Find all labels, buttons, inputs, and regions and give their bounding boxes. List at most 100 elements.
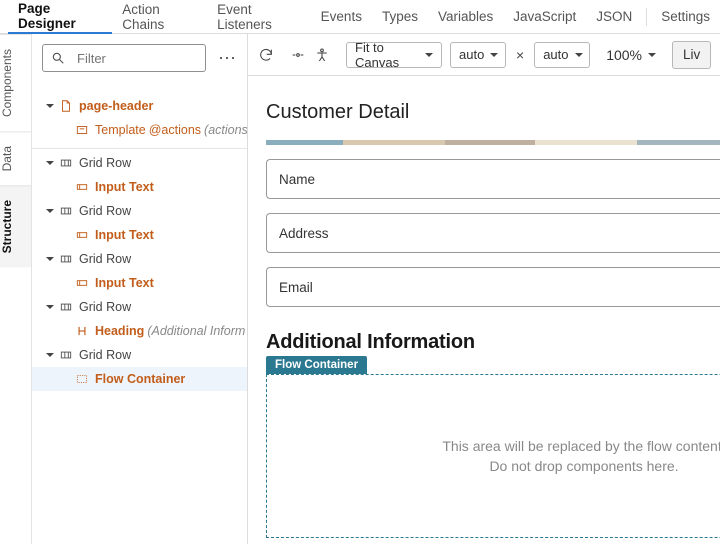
tree-label: Input Text xyxy=(95,180,154,194)
caret-spacer xyxy=(62,233,70,237)
tab-events[interactable]: Events xyxy=(311,0,372,33)
panel-menu-icon[interactable]: ⋯ xyxy=(216,46,237,71)
tree-node-heading[interactable]: Heading (Additional Inform xyxy=(32,319,247,343)
rail-tab-components[interactable]: Components xyxy=(0,34,31,131)
tree-label: Input Text xyxy=(95,228,154,242)
tree-label: Flow Container xyxy=(95,372,185,386)
caret-spacer xyxy=(62,185,70,189)
flow-container-placeholder[interactable]: This area will be replaced by the flow c… xyxy=(266,374,720,538)
tree-label-hint: (Additional Inform xyxy=(147,324,245,338)
tree-label: Grid Row xyxy=(79,300,131,314)
tab-javascript[interactable]: JavaScript xyxy=(503,0,586,33)
width-dropdown[interactable]: auto xyxy=(450,42,506,68)
structure-tree: page-header Template @actions (actions) … xyxy=(32,80,247,544)
tree-node-grid-row[interactable]: Grid Row xyxy=(32,199,247,223)
tree-node-grid-row[interactable]: Grid Row xyxy=(32,343,247,367)
tab-variables[interactable]: Variables xyxy=(428,0,503,33)
grid-icon xyxy=(59,300,73,314)
caret-spacer xyxy=(62,329,70,333)
tree-node-grid-row[interactable]: Grid Row xyxy=(32,151,247,175)
page-title: Customer Detail xyxy=(266,101,409,124)
tree-label-hint: (actions) xyxy=(204,123,247,137)
caret-spacer xyxy=(62,128,70,132)
tree-node-page-header[interactable]: page-header xyxy=(32,94,247,118)
tree-label: Heading xyxy=(95,324,144,338)
section-heading: Additional Information xyxy=(266,331,720,354)
file-icon xyxy=(59,99,73,113)
design-stage[interactable]: Customer Detail Slot Te Name Address Ema… xyxy=(248,76,720,544)
tree-label: Input Text xyxy=(95,276,154,290)
caret-icon xyxy=(46,161,54,165)
top-tabbar: Page Designer Action Chains Event Listen… xyxy=(0,0,720,34)
tree-label: Grid Row xyxy=(79,156,131,170)
search-icon xyxy=(51,51,65,65)
height-dropdown[interactable]: auto xyxy=(534,42,590,68)
tree-label: Template xyxy=(95,123,146,137)
tab-page-designer[interactable]: Page Designer xyxy=(8,0,112,34)
tab-action-chains[interactable]: Action Chains xyxy=(112,0,207,33)
flow-container-tag[interactable]: Flow Container xyxy=(266,356,367,374)
caret-spacer xyxy=(62,377,70,381)
dropdown-label: Fit to Canvas xyxy=(355,40,419,70)
caret-icon xyxy=(46,104,54,108)
flow-container-icon xyxy=(75,372,89,386)
grid-icon xyxy=(59,252,73,266)
input-address[interactable]: Address xyxy=(266,213,720,253)
flow-hint-line2: Do not drop components here. xyxy=(489,458,678,474)
zoom-dropdown[interactable]: 100% xyxy=(606,47,656,63)
tree-node-input-text[interactable]: Input Text xyxy=(32,223,247,247)
refresh-button[interactable] xyxy=(258,44,274,66)
zoom-value: 100% xyxy=(606,47,642,63)
tab-divider xyxy=(646,8,647,26)
dropdown-label: auto xyxy=(459,47,484,62)
grid-icon xyxy=(59,204,73,218)
input-text-icon xyxy=(75,228,89,242)
tree-node-grid-row[interactable]: Grid Row xyxy=(32,247,247,271)
tree-node-input-text[interactable]: Input Text xyxy=(32,271,247,295)
caret-icon xyxy=(46,353,54,357)
tab-json[interactable]: JSON xyxy=(586,0,642,33)
rail-tab-structure[interactable]: Structure xyxy=(0,185,31,267)
slot-icon xyxy=(75,123,89,137)
tree-label: Grid Row xyxy=(79,204,131,218)
tab-types[interactable]: Types xyxy=(372,0,428,33)
flow-hint-line1: This area will be replaced by the flow c… xyxy=(442,438,720,454)
tree-label-slot: @actions xyxy=(149,123,201,137)
caret-icon xyxy=(46,209,54,213)
input-name[interactable]: Name xyxy=(266,159,720,199)
accessibility-button[interactable] xyxy=(314,44,330,66)
focus-button[interactable] xyxy=(290,44,306,66)
side-rail: Components Data Structure xyxy=(0,34,32,544)
dimension-separator: × xyxy=(514,47,526,63)
grid-icon xyxy=(59,348,73,362)
tree-node-input-text[interactable]: Input Text xyxy=(32,175,247,199)
filter-input[interactable] xyxy=(77,51,197,66)
live-button[interactable]: Liv xyxy=(672,41,711,69)
tab-event-listeners[interactable]: Event Listeners xyxy=(207,0,311,33)
filter-input-wrap[interactable] xyxy=(42,44,206,72)
canvas-area: Fit to Canvas auto × auto 100% Liv Custo… xyxy=(248,34,720,544)
banner-image xyxy=(266,140,720,145)
tree-label: Grid Row xyxy=(79,348,131,362)
chevron-down-icon xyxy=(648,53,656,57)
canvas-toolbar: Fit to Canvas auto × auto 100% Liv xyxy=(248,34,720,76)
chevron-down-icon xyxy=(575,53,583,57)
heading-icon xyxy=(75,324,89,338)
grid-icon xyxy=(59,156,73,170)
chevron-down-icon xyxy=(490,53,498,57)
fit-to-canvas-dropdown[interactable]: Fit to Canvas xyxy=(346,42,442,68)
tree-node-flow-container[interactable]: Flow Container xyxy=(32,367,247,391)
tree-node-grid-row[interactable]: Grid Row xyxy=(32,295,247,319)
chevron-down-icon xyxy=(425,53,433,57)
input-text-icon xyxy=(75,276,89,290)
structure-panel: ⋯ page-header Template @actions (actions… xyxy=(32,34,248,544)
tree-divider xyxy=(32,148,247,149)
rail-tab-data[interactable]: Data xyxy=(0,131,31,185)
tab-settings[interactable]: Settings xyxy=(651,0,720,33)
input-email[interactable]: Email xyxy=(266,267,720,307)
tree-node-template-actions[interactable]: Template @actions (actions) xyxy=(32,118,247,142)
caret-spacer xyxy=(62,281,70,285)
caret-icon xyxy=(46,305,54,309)
dropdown-label: auto xyxy=(543,47,568,62)
tree-label: Grid Row xyxy=(79,252,131,266)
